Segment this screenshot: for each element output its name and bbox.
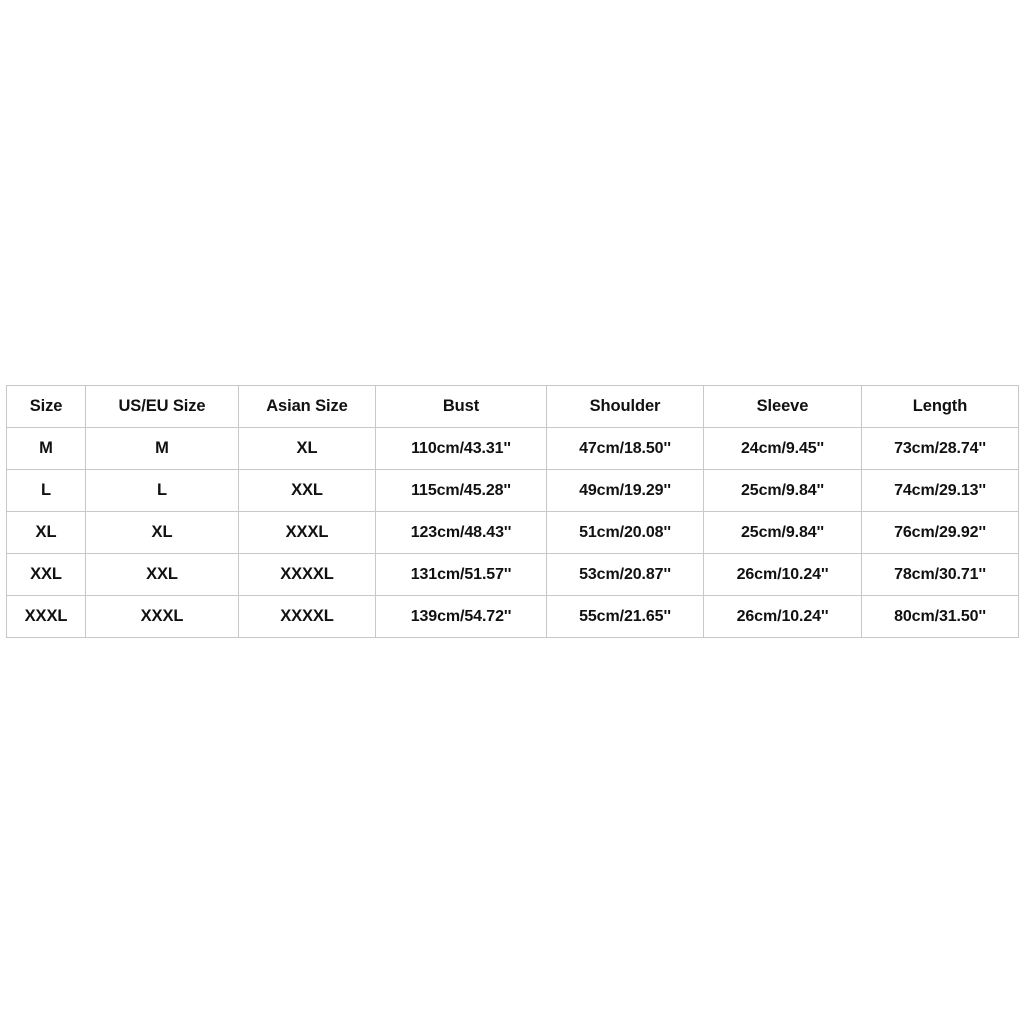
column-header-asian-size: Asian Size — [238, 385, 376, 428]
cell-asian-size: XXXXL — [238, 595, 376, 638]
cell-bust: 123cm/48.43'' — [375, 511, 547, 554]
column-header-sleeve: Sleeve — [703, 385, 862, 428]
table-row: XL XL XXXL 123cm/48.43'' 51cm/20.08'' 25… — [6, 511, 1019, 554]
cell-us-eu-size: XL — [85, 511, 239, 554]
cell-size: XXL — [6, 553, 86, 596]
cell-asian-size: XXXXL — [238, 553, 376, 596]
cell-size: XL — [6, 511, 86, 554]
cell-sleeve: 25cm/9.84'' — [703, 469, 862, 512]
cell-bust: 110cm/43.31'' — [375, 427, 547, 470]
cell-shoulder: 55cm/21.65'' — [546, 595, 704, 638]
cell-us-eu-size: M — [85, 427, 239, 470]
cell-shoulder: 51cm/20.08'' — [546, 511, 704, 554]
size-chart-table: Size US/EU Size Asian Size Bust Shoulder… — [6, 385, 1019, 638]
table-row: XXL XXL XXXXL 131cm/51.57'' 53cm/20.87''… — [6, 553, 1019, 596]
table-row: M M XL 110cm/43.31'' 47cm/18.50'' 24cm/9… — [6, 427, 1019, 470]
cell-size: L — [6, 469, 86, 512]
size-chart-body: M M XL 110cm/43.31'' 47cm/18.50'' 24cm/9… — [6, 427, 1019, 638]
cell-shoulder: 47cm/18.50'' — [546, 427, 704, 470]
cell-size: M — [6, 427, 86, 470]
cell-size: XXXL — [6, 595, 86, 638]
table-row: L L XXL 115cm/45.28'' 49cm/19.29'' 25cm/… — [6, 469, 1019, 512]
table-row: XXXL XXXL XXXXL 139cm/54.72'' 55cm/21.65… — [6, 595, 1019, 638]
cell-us-eu-size: L — [85, 469, 239, 512]
cell-sleeve: 25cm/9.84'' — [703, 511, 862, 554]
cell-sleeve: 24cm/9.45'' — [703, 427, 862, 470]
size-chart-container: Size US/EU Size Asian Size Bust Shoulder… — [6, 385, 1019, 638]
size-chart-header: Size US/EU Size Asian Size Bust Shoulder… — [6, 385, 1019, 428]
cell-us-eu-size: XXXL — [85, 595, 239, 638]
column-header-length: Length — [861, 385, 1019, 428]
cell-length: 76cm/29.92'' — [861, 511, 1019, 554]
table-header-row: Size US/EU Size Asian Size Bust Shoulder… — [6, 385, 1019, 428]
cell-shoulder: 49cm/19.29'' — [546, 469, 704, 512]
cell-bust: 139cm/54.72'' — [375, 595, 547, 638]
column-header-size: Size — [6, 385, 86, 428]
cell-asian-size: XXL — [238, 469, 376, 512]
column-header-shoulder: Shoulder — [546, 385, 704, 428]
cell-asian-size: XL — [238, 427, 376, 470]
column-header-us-eu-size: US/EU Size — [85, 385, 239, 428]
cell-shoulder: 53cm/20.87'' — [546, 553, 704, 596]
cell-us-eu-size: XXL — [85, 553, 239, 596]
cell-bust: 131cm/51.57'' — [375, 553, 547, 596]
cell-length: 74cm/29.13'' — [861, 469, 1019, 512]
cell-sleeve: 26cm/10.24'' — [703, 553, 862, 596]
cell-asian-size: XXXL — [238, 511, 376, 554]
column-header-bust: Bust — [375, 385, 547, 428]
cell-length: 80cm/31.50'' — [861, 595, 1019, 638]
cell-bust: 115cm/45.28'' — [375, 469, 547, 512]
cell-length: 78cm/30.71'' — [861, 553, 1019, 596]
cell-sleeve: 26cm/10.24'' — [703, 595, 862, 638]
cell-length: 73cm/28.74'' — [861, 427, 1019, 470]
